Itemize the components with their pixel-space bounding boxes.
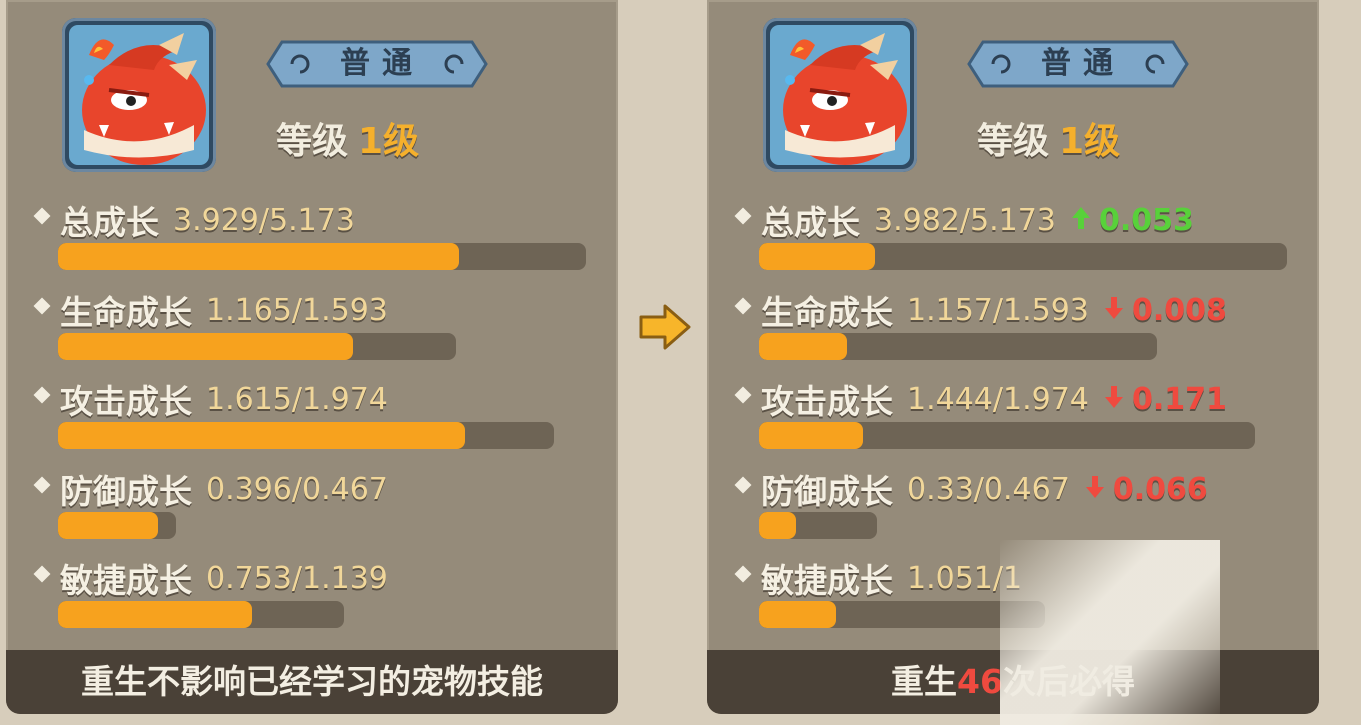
stat-label: 攻击成长 [761, 382, 893, 421]
right-arrow-icon [639, 304, 691, 350]
stat-label: 敏捷成长 [761, 561, 893, 600]
current-stats-panel: 普通 等级 1级 总成长 3.929/5.173 生命成长 1.165/1.593 攻… [6, 0, 618, 714]
level-label: 等级 [977, 121, 1050, 162]
rebirth-note: 重生不影响已经学习的宠物技能 [6, 650, 618, 714]
stat-label: 生命成长 [60, 293, 192, 332]
growth-bar-defense [58, 512, 176, 539]
red-dragon-pet-icon [82, 33, 206, 165]
stat-value: 1.157/1.593 [907, 292, 1089, 328]
growth-bar-hp [759, 333, 1157, 360]
stat-delta: 0.008 [1131, 292, 1227, 328]
growth-bar-total [58, 243, 586, 270]
rebirth-note-text: 重生不影响已经学习的宠物技能 [81, 662, 543, 701]
down-arrow-icon [1104, 297, 1123, 319]
stat-label: 防御成长 [761, 472, 893, 511]
bar-fill [58, 243, 460, 270]
pet-avatar [62, 18, 216, 172]
bar-fill [759, 243, 876, 270]
bar-fill [58, 333, 353, 360]
stat-attack-growth: 攻击成长 1.615/1.974 [33, 375, 388, 421]
growth-bar-agility [58, 601, 344, 628]
rebirth-guarantee-note: 重生46次后必得 [707, 650, 1319, 714]
stat-value: 0.33/0.467 [907, 471, 1070, 507]
diamond-bullet-icon [734, 207, 752, 225]
growth-bar-attack [58, 422, 554, 449]
growth-bar-total [759, 243, 1287, 270]
stat-label: 防御成长 [60, 472, 192, 511]
level-value: 1级 [1059, 121, 1121, 162]
diamond-bullet-icon [33, 297, 51, 315]
diamond-bullet-icon [734, 297, 752, 315]
stat-attack-growth: 攻击成长 1.444/1.974 0.171 [734, 375, 1227, 421]
growth-bar-attack [759, 422, 1255, 449]
stat-label: 攻击成长 [60, 382, 192, 421]
stat-label: 总成长 [761, 203, 860, 242]
growth-bar-hp [58, 333, 456, 360]
red-dragon-pet-icon [783, 33, 907, 165]
pet-avatar [763, 18, 917, 172]
stat-total-growth: 总成长 3.982/5.173 0.053 [734, 196, 1194, 242]
bar-fill [759, 422, 864, 449]
bar-fill [759, 601, 837, 628]
stat-value: 0.753/1.139 [206, 560, 388, 596]
stat-value: 3.929/5.173 [173, 202, 355, 238]
diamond-bullet-icon [734, 565, 752, 583]
level-label: 等级 [276, 121, 349, 162]
rebirth-guarantee-text: 重生46次后必得 [707, 650, 1319, 714]
level-display: 等级 1级 [977, 112, 1120, 164]
stat-value: 1.165/1.593 [206, 292, 388, 328]
rarity-label: 普通 [340, 46, 424, 81]
stat-agility-growth: 敏捷成长 1.051/1 [734, 554, 1023, 600]
stat-defense-growth: 防御成长 0.396/0.467 [33, 465, 388, 511]
stat-delta: 0.066 [1112, 471, 1208, 507]
stat-value: 1.615/1.974 [206, 381, 388, 417]
level-display: 等级 1级 [276, 112, 419, 164]
diamond-bullet-icon [33, 565, 51, 583]
stat-label: 生命成长 [761, 293, 893, 332]
stat-agility-growth: 敏捷成长 0.753/1.139 [33, 554, 388, 600]
bar-fill [58, 512, 159, 539]
bar-fill [759, 512, 796, 539]
up-arrow-icon [1071, 207, 1090, 229]
stat-hp-growth: 生命成长 1.157/1.593 0.008 [734, 286, 1227, 332]
stat-value: 1.051/1 [907, 560, 1023, 596]
rebirth-count: 46 [957, 662, 1003, 701]
growth-bar-defense [759, 512, 877, 539]
bar-fill [759, 333, 847, 360]
stat-defense-growth: 防御成长 0.33/0.467 0.066 [734, 465, 1208, 511]
rebirth-suffix: 次后必得 [1002, 662, 1135, 701]
stat-delta: 0.171 [1131, 381, 1227, 417]
stat-value: 3.982/5.173 [874, 202, 1056, 238]
diamond-bullet-icon [33, 476, 51, 494]
bar-fill [58, 601, 253, 628]
stat-delta: 0.053 [1098, 202, 1194, 238]
rarity-badge: 普通 [965, 38, 1191, 90]
diamond-bullet-icon [33, 386, 51, 404]
rebirth-prefix: 重生 [891, 662, 958, 701]
stat-label: 敏捷成长 [60, 561, 192, 600]
down-arrow-icon [1085, 476, 1104, 498]
stat-hp-growth: 生命成长 1.165/1.593 [33, 286, 388, 332]
down-arrow-icon [1104, 386, 1123, 408]
stat-value: 1.444/1.974 [907, 381, 1089, 417]
rarity-label: 普通 [1041, 46, 1125, 81]
growth-bar-agility [759, 601, 1045, 628]
diamond-bullet-icon [734, 476, 752, 494]
stat-label: 总成长 [60, 203, 159, 242]
stat-value: 0.396/0.467 [206, 471, 388, 507]
bar-fill [58, 422, 465, 449]
diamond-bullet-icon [33, 207, 51, 225]
stat-total-growth: 总成长 3.929/5.173 [33, 196, 355, 242]
diamond-bullet-icon [734, 386, 752, 404]
rarity-badge: 普通 [264, 38, 490, 90]
level-value: 1级 [358, 121, 420, 162]
rebirth-stats-panel: 普通 等级 1级 总成长 3.982/5.173 0.053 生命成长 1.157/1… [707, 0, 1319, 714]
